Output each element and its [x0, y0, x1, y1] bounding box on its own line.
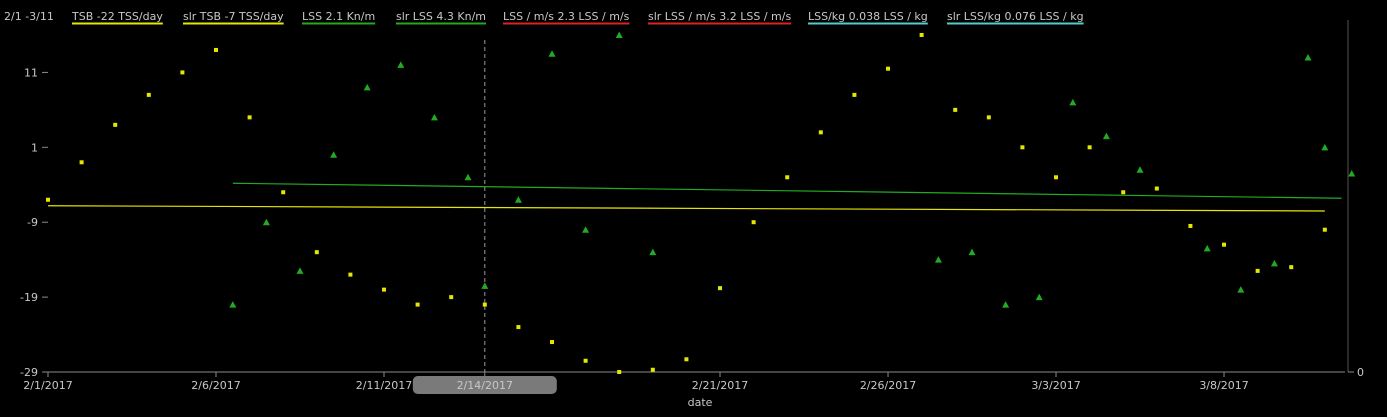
tsb-point	[415, 302, 420, 307]
tsb-point	[1154, 186, 1159, 191]
tsb-point	[650, 367, 655, 372]
date-range-label: 2/1 -3/11	[4, 10, 54, 23]
lss-point	[229, 301, 237, 308]
lss-point	[1035, 293, 1043, 301]
lss-point	[363, 83, 371, 91]
tsb-point	[180, 70, 185, 75]
x-tick-label: 2/11/2017	[356, 379, 412, 392]
x-tick-label: 2/6/2017	[191, 379, 240, 392]
legend-entry: slr LSS / m/s 3.2 LSS / m/s	[648, 10, 791, 23]
lss-point	[548, 50, 556, 57]
lss-point	[934, 256, 942, 263]
lss-point	[968, 248, 976, 256]
y-tick-label: 1	[31, 141, 38, 154]
tsb-point	[214, 47, 219, 52]
tsb-point	[314, 250, 319, 255]
legend: TSB -22 TSS/day slr TSB -7 TSS/day LSS 2.1…	[71, 10, 1084, 25]
lss-point	[1304, 53, 1312, 61]
lss-point	[262, 218, 270, 226]
tsb-point	[583, 358, 588, 363]
lss-point	[296, 267, 304, 274]
lss-point	[1002, 301, 1010, 308]
x-tick-label: 2/26/2017	[860, 379, 916, 392]
tsb-point	[1255, 268, 1260, 273]
tsb-point	[852, 92, 857, 97]
tsb-point	[1188, 223, 1193, 228]
lss-point	[1136, 166, 1144, 173]
chart-marks	[46, 31, 1356, 374]
x-tick-label: 2/21/2017	[692, 379, 748, 392]
tsb-point	[617, 370, 622, 374]
tsb-point	[79, 160, 84, 165]
lss-point	[1348, 170, 1356, 177]
lss-point	[582, 226, 590, 233]
legend-entry: TSB -22 TSS/day	[71, 10, 163, 23]
lss-point	[481, 282, 489, 289]
lss-point	[649, 248, 657, 256]
y-tick-label: 11	[24, 66, 38, 79]
legend-entry: slr LSS 4.3 Kn/m	[396, 10, 486, 23]
legend-entry: LSS 2.1 Kn/m	[302, 10, 375, 23]
lss-point	[514, 196, 522, 203]
y-tick-label: -19	[20, 291, 38, 304]
y-tick-label: -9	[27, 216, 38, 229]
tsb-point	[751, 220, 756, 225]
y-right-tick-label: 0	[1357, 366, 1364, 379]
legend-entry: LSS / m/s 2.3 LSS / m/s	[503, 10, 630, 23]
tsb-point	[684, 357, 689, 362]
tsb-point	[449, 295, 454, 300]
tsb-point	[1222, 242, 1227, 247]
lss-point	[430, 113, 438, 121]
legend-entry: slr TSB -7 TSS/day	[183, 10, 284, 23]
tsb-point	[247, 115, 252, 120]
tsb-point	[1020, 145, 1025, 150]
x-axis-label: date	[688, 396, 713, 409]
x-tick-label: 2/14/2017	[457, 379, 513, 392]
tsb-point	[1054, 175, 1059, 180]
tsb-point	[718, 286, 723, 291]
tsb-point	[281, 190, 286, 195]
tsb-lss-chart: 2/1 -3/11 TSB -22 TSS/day slr TSB -7 TSS/…	[4, 10, 1364, 409]
lss-point	[464, 173, 472, 181]
tsb-point	[919, 32, 924, 37]
tsb-point	[482, 302, 487, 307]
lss-point	[1237, 286, 1245, 293]
legend-entry: slr LSS/kg 0.076 LSS / kg	[947, 10, 1084, 23]
tsb-point	[785, 175, 790, 180]
y-tick-label: -29	[20, 366, 38, 379]
tsb-point	[46, 197, 50, 202]
tsb-point	[1087, 145, 1092, 150]
lss-point	[1102, 132, 1110, 140]
tsb-point	[1322, 227, 1327, 232]
tsb-point	[886, 66, 891, 71]
lss-point	[1069, 98, 1077, 106]
tsb-point	[550, 340, 555, 345]
lss-point	[1270, 259, 1278, 267]
tsb-point	[818, 130, 823, 135]
tick-labels: 111-9-19-29 02/1/2017 2/6/2017 2/11/2017 2/1…	[20, 66, 1364, 394]
tsb-point	[1289, 265, 1294, 270]
trend-line	[232, 182, 1342, 199]
lss-point	[1321, 143, 1329, 151]
tsb-point	[516, 325, 521, 330]
x-tick-label: 2/1/2017	[23, 379, 72, 392]
lss-point	[1203, 244, 1211, 252]
legend-entry: LSS/kg 0.038 LSS / kg	[808, 10, 928, 23]
tsb-point	[113, 122, 118, 127]
tsb-point	[986, 115, 991, 120]
lss-point	[615, 31, 623, 38]
x-tick-label: 3/8/2017	[1199, 379, 1248, 392]
tsb-point	[1121, 190, 1126, 195]
tsb-point	[146, 92, 151, 97]
tsb-point	[348, 272, 353, 277]
tsb-point	[382, 287, 387, 292]
tsb-point	[953, 107, 958, 112]
lss-point	[330, 151, 338, 158]
x-tick-label: 3/3/2017	[1031, 379, 1080, 392]
trend-line	[47, 205, 1325, 212]
lss-point	[397, 61, 405, 68]
